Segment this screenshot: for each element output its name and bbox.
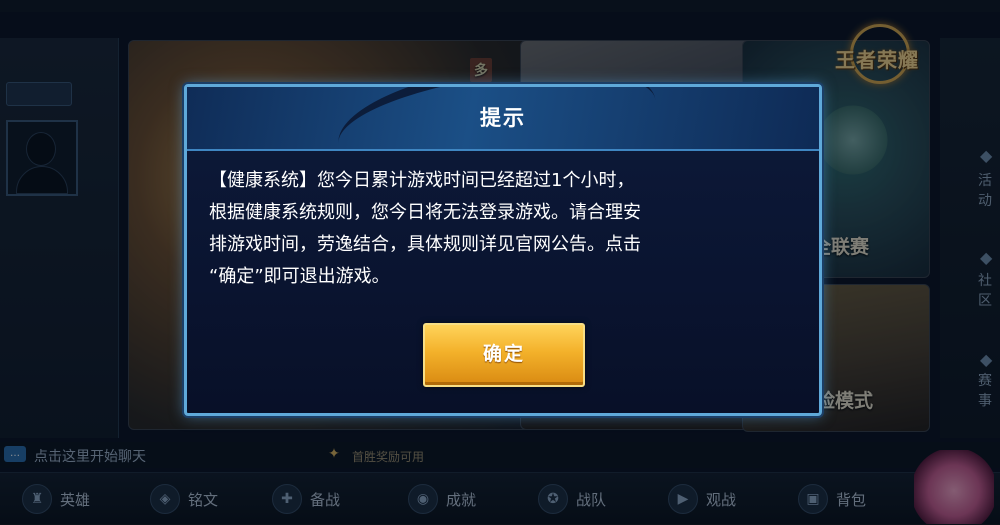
message-line: 根据健康系统规则，您今日将无法登录游戏。请合理安 bbox=[209, 202, 641, 223]
message-line: 【健康系统】您今日累计游戏时间已经超过1个小时， bbox=[209, 170, 635, 191]
confirm-button[interactable]: 确定 bbox=[423, 323, 585, 387]
message-line: 排游戏时间，劳逸结合，具体规则详见官网公告。点击 bbox=[209, 234, 641, 255]
dialog-title: 提示 bbox=[480, 106, 526, 130]
message-line: “确定”即可退出游戏。 bbox=[209, 266, 390, 287]
dialog-header: 提示 bbox=[187, 87, 819, 151]
health-system-dialog: 提示 【健康系统】您今日累计游戏时间已经超过1个小时， 根据健康系统规则，您今日… bbox=[184, 84, 822, 416]
dialog-message: 【健康系统】您今日累计游戏时间已经超过1个小时， 根据健康系统规则，您今日将无法… bbox=[209, 165, 799, 293]
